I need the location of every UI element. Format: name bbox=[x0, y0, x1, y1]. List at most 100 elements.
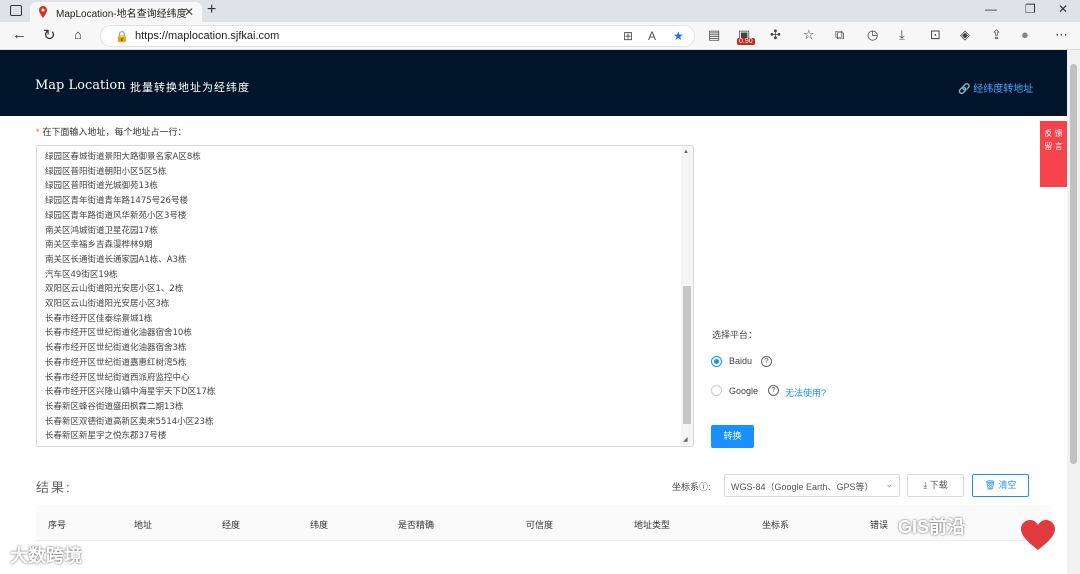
tab-close-icon[interactable]: ✕ bbox=[184, 5, 194, 19]
watermark-right: GIS前沿 bbox=[898, 517, 966, 537]
column-header: 地址 bbox=[134, 520, 153, 530]
required-mark: * bbox=[36, 127, 40, 137]
google-help-icon[interactable]: ? bbox=[768, 385, 779, 396]
browser-tab[interactable]: MapLocation-地名查询经纬度|批 ✕ bbox=[30, 2, 202, 22]
google-label[interactable]: Google bbox=[729, 386, 758, 396]
convert-button[interactable]: 转换 bbox=[711, 425, 754, 448]
crs-label-text: 坐标系 bbox=[672, 482, 700, 492]
collections-icon[interactable]: ⧉ bbox=[835, 27, 844, 43]
baidu-help-icon[interactable]: ? bbox=[761, 356, 772, 367]
address-line: 双阳区云山街道阳光安居小区3栋 bbox=[45, 299, 170, 310]
column-header: 纬度 bbox=[310, 520, 329, 530]
url-text[interactable]: https://maplocation.sjfkai.com bbox=[135, 30, 279, 42]
address-line: 长春新区双德街道高新区奥来5514小区23栋 bbox=[45, 416, 214, 427]
favorites-icon[interactable]: ☆ bbox=[803, 27, 815, 43]
close-window-button[interactable]: ✕ bbox=[1058, 2, 1068, 16]
address-line: 南关区鸿城街道卫星花园17栋 bbox=[45, 225, 158, 236]
clear-button-label: 清空 bbox=[998, 480, 1017, 490]
page-scrollbar-thumb[interactable] bbox=[1070, 64, 1077, 464]
address-input-label-text: 在下面输入地址，每个地址占一行： bbox=[42, 127, 187, 137]
address-line: 绿园区春城街道景阳大路御景名家A区8栋 bbox=[45, 152, 201, 162]
browser-essentials-icon[interactable]: ◈ bbox=[960, 27, 970, 43]
column-header: 错误 bbox=[870, 520, 889, 530]
address-line: 长春市经开区世纪街道嘉惠红树湾5栋 bbox=[45, 357, 187, 368]
address-line: 汽车区49街区19栋 bbox=[45, 269, 118, 280]
address-line: 长春市经开区世纪街道西派府监控中心 bbox=[45, 372, 190, 383]
extension-badge: 0.90 bbox=[737, 38, 755, 45]
reverse-geocode-link[interactable]: 🔗 经纬度转地址 bbox=[958, 80, 1033, 95]
address-line: 双阳区云山街道阳光安居小区1、2栋 bbox=[45, 284, 184, 295]
download-button-label: 下载 bbox=[929, 480, 948, 490]
address-line: 绿园区普阳街道光城御苑13栋 bbox=[45, 181, 158, 192]
resize-handle-icon[interactable]: ◢ bbox=[683, 436, 688, 443]
address-input-label: * 在下面输入地址，每个地址占一行： bbox=[36, 125, 187, 138]
result-title: 结果: bbox=[36, 480, 72, 495]
address-line: 长春新区新星宇之悦东郡37号楼 bbox=[45, 431, 167, 442]
page-subtitle: 批量转换地址为经纬度 bbox=[130, 82, 250, 94]
clear-button[interactable]: 🗑 清空 bbox=[972, 474, 1029, 497]
extension-icon[interactable]: ▤ bbox=[708, 27, 720, 43]
crs-select-value: WGS-84（Google Earth、GPS等） bbox=[731, 482, 874, 492]
more-menu-icon[interactable]: ⋯ bbox=[1055, 27, 1068, 43]
column-header: 地址类型 bbox=[634, 520, 671, 530]
home-icon[interactable]: ⌂ bbox=[74, 27, 82, 42]
address-line: 长春市经开区佳泰综景城1栋 bbox=[45, 313, 153, 324]
screenshot-icon[interactable]: ⊡ bbox=[930, 27, 941, 43]
browser-tab-bar: MapLocation-地名查询经纬度|批 ✕ + — ❐ ✕ bbox=[0, 0, 1080, 22]
favorite-star-icon[interactable]: ★ bbox=[673, 29, 684, 43]
address-line: 绿园区普阳街道朝阳小区5区5栋 bbox=[45, 166, 167, 177]
app-available-icon[interactable]: ⊞ bbox=[623, 29, 633, 43]
restore-button[interactable]: ❐ bbox=[1025, 2, 1036, 16]
address-line: 绿园区青年街道青年路1475号26号楼 bbox=[45, 196, 188, 207]
share-icon[interactable]: ⇪ bbox=[991, 27, 1002, 43]
address-line: 长春市经开区世纪街道化油器宿舍10栋 bbox=[45, 328, 192, 339]
platform-label: 选择平台： bbox=[712, 330, 758, 340]
download-button[interactable]: ⤓ 下载 bbox=[907, 474, 964, 497]
read-aloud-icon[interactable]: A bbox=[648, 29, 656, 43]
unavailable-link[interactable]: 无法使用? bbox=[785, 386, 826, 399]
profile-avatar-icon[interactable]: ● bbox=[1021, 27, 1029, 42]
tab-title: MapLocation-地名查询经纬度|批 bbox=[56, 8, 186, 20]
new-tab-button[interactable]: + bbox=[207, 1, 216, 19]
downloads-icon[interactable]: ⤓ bbox=[899, 27, 905, 43]
address-line: 南关区幸福乡吉森漫桦林9期 bbox=[45, 240, 153, 251]
reverse-geocode-link-label: 经纬度转地址 bbox=[973, 84, 1034, 95]
address-line: 长春市经开区兴隆山镇中海星宇天下D区17栋 bbox=[45, 387, 216, 398]
crs-help-icon[interactable]: ⓘ bbox=[699, 482, 708, 492]
history-icon[interactable]: ◷ bbox=[867, 27, 878, 43]
tab-actions-icon[interactable] bbox=[10, 5, 22, 16]
back-icon[interactable]: ← bbox=[12, 26, 27, 43]
column-header: 序号 bbox=[48, 520, 67, 530]
address-line: 长春新区蜂谷街道盛田枫霖二期13栋 bbox=[45, 401, 184, 412]
extension-puzzle-icon[interactable]: ✣ bbox=[770, 27, 781, 43]
brand-title[interactable]: Map Location bbox=[35, 78, 126, 93]
google-radio[interactable] bbox=[711, 385, 722, 396]
trash-icon: 🗑 bbox=[984, 480, 996, 490]
address-line: 南关区长通街道长通家园A1栋、A3栋 bbox=[45, 254, 187, 265]
column-header: 经度 bbox=[222, 520, 241, 530]
address-textarea[interactable]: 绿园区春城街道景阳大路御景名家A区8栋 绿园区普阳街道朝阳小区5区5栋 绿园区普阳街… bbox=[36, 145, 694, 447]
lock-icon: 🔒 bbox=[115, 31, 129, 43]
column-header: 是否精确 bbox=[398, 520, 435, 530]
address-bar[interactable]: 🔒 https://maplocation.sjfkai.com ⊞ A ★ bbox=[100, 25, 695, 47]
scroll-up-icon[interactable]: ▲ bbox=[683, 149, 689, 155]
address-line: 长春市经开区世纪街道化油器宿舍3栋 bbox=[45, 343, 187, 354]
chevron-down-icon: ⌄ bbox=[885, 479, 893, 489]
page-header: Map Location 批量转换地址为经纬度 🔗 经纬度转地址 bbox=[0, 50, 1067, 116]
column-header: 可信度 bbox=[526, 520, 554, 530]
baidu-radio[interactable] bbox=[711, 356, 722, 367]
feedback-tab[interactable]: 反 馈 留 言 bbox=[1040, 121, 1067, 187]
heart-icon bbox=[1021, 520, 1055, 550]
address-lines: 绿园区春城街道景阳大路御景名家A区8栋 绿园区普阳街道朝阳小区5区5栋 绿园区普阳街… bbox=[45, 150, 215, 444]
crs-label: 坐标系ⓘ: bbox=[672, 482, 711, 492]
refresh-icon[interactable]: ↻ bbox=[43, 26, 56, 44]
minimize-button[interactable]: — bbox=[985, 2, 997, 16]
link-icon: 🔗 bbox=[958, 84, 971, 95]
page-scrollbar[interactable] bbox=[1067, 50, 1080, 574]
textarea-scrollbar[interactable]: ▲ ◢ bbox=[681, 146, 693, 446]
download-icon: ⤓ bbox=[923, 480, 928, 490]
baidu-label[interactable]: Baidu bbox=[729, 356, 752, 366]
crs-select[interactable]: WGS-84（Google Earth、GPS等） ⌄ bbox=[724, 474, 900, 497]
address-line: 绿园区青年路街道风华新苑小区3号楼 bbox=[45, 210, 187, 221]
textarea-scrollbar-thumb[interactable] bbox=[683, 286, 691, 424]
